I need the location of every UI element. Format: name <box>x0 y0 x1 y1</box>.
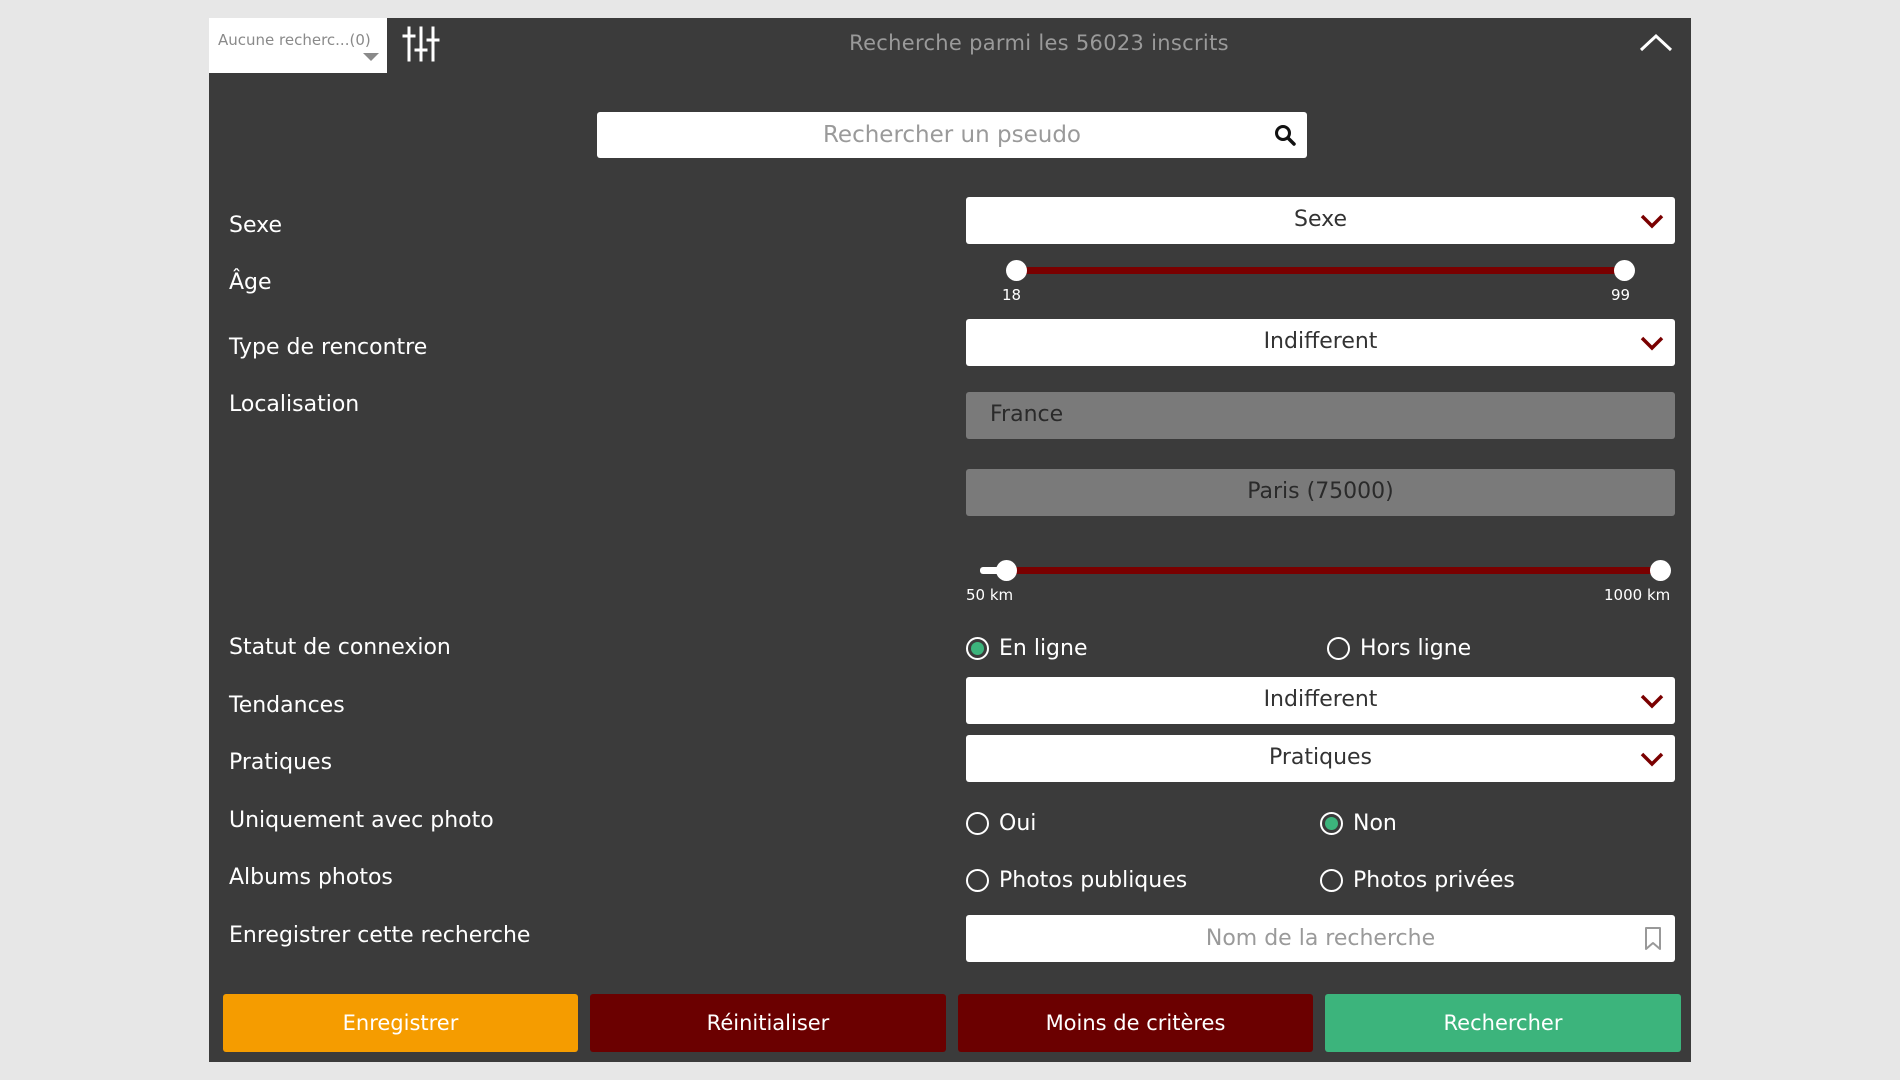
search-name-input[interactable] <box>966 915 1675 962</box>
city-field[interactable]: Paris (75000) <box>966 469 1675 516</box>
chevron-down-icon <box>1640 752 1664 767</box>
radio-photos-publiques-dot <box>966 869 989 892</box>
chevron-down-icon <box>1640 214 1664 229</box>
pratiques-value: Pratiques <box>1268 745 1373 770</box>
age-slider-track <box>1016 267 1624 274</box>
saved-searches-value: Aucune recherc...(0) <box>218 31 371 49</box>
label-pratiques: Pratiques <box>229 750 333 775</box>
distance-min-label: 50 km <box>966 586 1014 604</box>
radio-oui-label: Oui <box>999 811 1037 836</box>
age-slider-max-handle[interactable] <box>1614 260 1635 281</box>
tendances-select[interactable]: Indifferent <box>966 677 1675 724</box>
sliders-icon[interactable] <box>402 24 440 64</box>
type-rencontre-value: Indifferent <box>1263 329 1378 354</box>
radio-en-ligne-dot <box>966 637 989 660</box>
chevron-up-icon[interactable] <box>1639 28 1673 58</box>
distance-max-label: 1000 km <box>1604 586 1671 604</box>
label-localisation: Localisation <box>229 392 360 417</box>
radio-hors-ligne-dot <box>1327 637 1350 660</box>
label-tendances: Tendances <box>229 693 345 718</box>
radio-photos-privees[interactable]: Photos privées <box>1320 868 1515 893</box>
radio-en-ligne-label: En ligne <box>999 636 1088 661</box>
search-button[interactable]: Rechercher <box>1325 994 1681 1052</box>
radio-hors-ligne[interactable]: Hors ligne <box>1327 636 1471 661</box>
radio-non[interactable]: Non <box>1320 811 1397 836</box>
label-uniquement-photo: Uniquement avec photo <box>229 808 494 833</box>
radio-photos-privees-label: Photos privées <box>1353 868 1515 893</box>
header-title: Recherche parmi les 56023 inscrits <box>849 31 1229 55</box>
radio-en-ligne[interactable]: En ligne <box>966 636 1088 661</box>
radio-oui-dot <box>966 812 989 835</box>
country-field[interactable]: France <box>966 392 1675 439</box>
fewer-criteria-button[interactable]: Moins de critères <box>958 994 1313 1052</box>
pseudo-search-input[interactable] <box>597 112 1307 158</box>
distance-slider-min-handle[interactable] <box>996 560 1017 581</box>
label-enregistrer-recherche: Enregistrer cette recherche <box>229 923 531 948</box>
pseudo-search <box>597 112 1307 158</box>
label-age: Âge <box>229 270 272 295</box>
age-min-label: 18 <box>1002 286 1022 304</box>
radio-photos-privees-dot <box>1320 869 1343 892</box>
chevron-down-icon <box>1640 336 1664 351</box>
radio-photos-publiques[interactable]: Photos publiques <box>966 868 1187 893</box>
sexe-select[interactable]: Sexe <box>966 197 1675 244</box>
label-albums-photos: Albums photos <box>229 865 393 890</box>
search-panel: Aucune recherc...(0) Recherche parmi les… <box>209 18 1691 1062</box>
country-value: France <box>990 402 1064 427</box>
sexe-select-value: Sexe <box>1294 207 1347 232</box>
chevron-down-icon <box>1640 694 1664 709</box>
search-icon[interactable] <box>1273 123 1297 147</box>
radio-oui[interactable]: Oui <box>966 811 1036 836</box>
bookmark-icon[interactable] <box>1643 926 1663 952</box>
city-value: Paris (75000) <box>1247 479 1394 504</box>
age-max-label: 99 <box>1611 286 1631 304</box>
reset-button[interactable]: Réinitialiser <box>590 994 946 1052</box>
age-slider-min-handle[interactable] <box>1006 260 1027 281</box>
type-rencontre-select[interactable]: Indifferent <box>966 319 1675 366</box>
label-statut-connexion: Statut de connexion <box>229 635 451 660</box>
pratiques-select[interactable]: Pratiques <box>966 735 1675 782</box>
save-button[interactable]: Enregistrer <box>223 994 578 1052</box>
saved-searches-select[interactable]: Aucune recherc...(0) <box>209 18 387 73</box>
radio-photos-publiques-label: Photos publiques <box>999 868 1188 893</box>
radio-non-label: Non <box>1353 811 1397 836</box>
label-sexe: Sexe <box>229 213 282 238</box>
search-name-field <box>966 915 1675 962</box>
radio-hors-ligne-label: Hors ligne <box>1360 636 1472 661</box>
caret-down-icon <box>363 53 379 61</box>
label-type-rencontre: Type de rencontre <box>229 335 428 360</box>
distance-slider-max-handle[interactable] <box>1650 560 1671 581</box>
tendances-value: Indifferent <box>1263 687 1378 712</box>
distance-slider-track <box>1006 567 1660 574</box>
radio-non-dot <box>1320 812 1343 835</box>
